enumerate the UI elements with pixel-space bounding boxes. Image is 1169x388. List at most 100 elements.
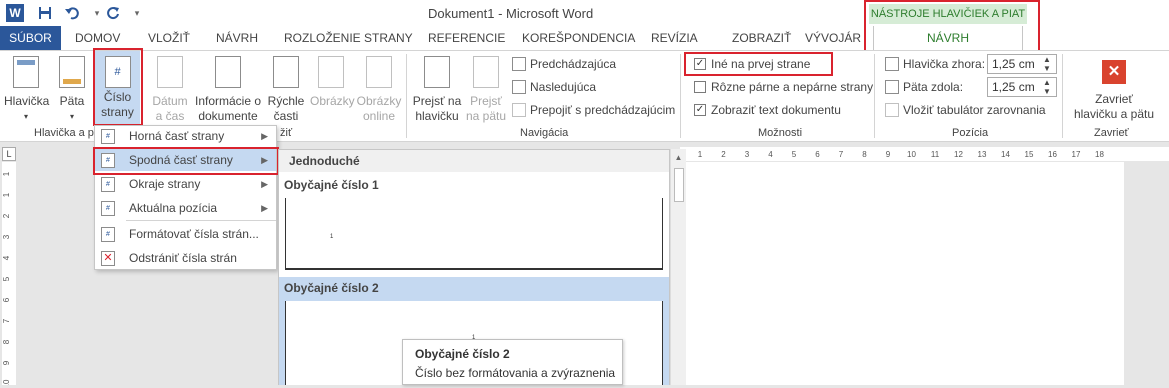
date-time-button[interactable]: Dátum a čas: [148, 56, 192, 124]
word-logo-icon[interactable]: W: [6, 4, 24, 22]
save-icon[interactable]: [36, 4, 54, 22]
doc-info-label-2: dokumente: [198, 109, 258, 123]
group-label-hf: Hlavička a pä: [34, 127, 101, 139]
ruler-tick-label: 1: [2, 171, 11, 176]
ruler-tick-label: 3: [745, 150, 750, 159]
footer-label: Päta: [59, 94, 85, 108]
redo-icon[interactable]: [104, 4, 122, 22]
goto-header-label-2: hlavičku: [415, 109, 459, 123]
insert-alignment-tab-label: Vložiť tabulátor zarovnania: [903, 103, 1046, 117]
quick-parts-button[interactable]: Rýchle časti: [266, 56, 306, 124]
ruler-tick-label: 4: [768, 150, 773, 159]
checkbox-checked[interactable]: ✓: [694, 104, 706, 116]
online-pictures-label-1: Obrázky: [356, 94, 402, 108]
customize-qat-icon[interactable]: ▾: [128, 4, 146, 22]
header-top-row: Hlavička zhora:: [885, 57, 985, 71]
tab-mailings[interactable]: KOREŠPONDENCIA: [522, 26, 635, 50]
goto-header-button[interactable]: Prejsť na hlavičku: [412, 56, 462, 124]
menu-item-label: Okraje strany: [129, 177, 201, 191]
menu-item-label: Aktuálna pozícia: [129, 201, 218, 215]
tab-page-layout[interactable]: ROZLOŽENIE STRANY: [284, 26, 413, 50]
ruler-tick-label: 18: [1095, 150, 1104, 159]
link-previous-button[interactable]: Prepojiť s predchádzajúcim: [512, 103, 675, 117]
ruler-tick-label: 1: [698, 150, 703, 159]
gallery-item-title: Obyčajné číslo 2: [284, 281, 379, 295]
previous-icon: [512, 57, 526, 71]
close-hf-button[interactable]: ✕ Zavrieť hlavičku a pätu: [1068, 56, 1160, 124]
ruler-tick-label: 4: [2, 255, 11, 260]
ruler-tick-label: 7: [839, 150, 844, 159]
pictures-label: Obrázky: [310, 94, 355, 108]
scroll-up-icon[interactable]: ▲: [671, 153, 686, 162]
ruler-tick-label: 7: [2, 318, 11, 323]
ruler-tick-label: 10: [2, 379, 11, 385]
group-label-position: Pozícia: [952, 127, 989, 139]
menu-separator: [126, 220, 276, 221]
tab-view[interactable]: ZOBRAZIŤ: [732, 26, 791, 50]
insert-alignment-tab-button[interactable]: Vložiť tabulátor zarovnania: [885, 103, 1046, 117]
ruler-tick-label: 1: [2, 192, 11, 197]
chevron-down-icon: ▾: [23, 112, 28, 121]
calendar-icon: [157, 56, 183, 88]
tab-insert[interactable]: VLOŽIŤ: [148, 26, 190, 50]
gallery-scrollbar[interactable]: ▲: [670, 149, 686, 385]
link-previous-label: Prepojiť s predchádzajúcim: [530, 103, 676, 117]
footer-button[interactable]: Päta ▾: [56, 56, 88, 124]
tooltip-title: Obyčajné číslo 2: [415, 347, 510, 361]
footer-bottom-row: Päta zdola:: [885, 80, 963, 94]
ruler-tick-label: 5: [792, 150, 797, 159]
checkbox-unchecked[interactable]: [694, 81, 706, 93]
footer-position-icon: [885, 80, 899, 94]
doc-info-label-1: Informácie o: [194, 94, 262, 108]
undo-icon[interactable]: [64, 4, 82, 22]
group-label-options: Možnosti: [758, 127, 803, 139]
document-page[interactable]: [680, 162, 1124, 385]
tab-home[interactable]: DOMOV: [75, 26, 120, 50]
next-button[interactable]: Nasledujúca: [512, 80, 596, 94]
quick-parts-icon: [273, 56, 299, 88]
tab-design[interactable]: NÁVRH: [216, 26, 258, 50]
link-icon: [512, 103, 526, 117]
ruler-tick-label: 6: [815, 150, 820, 159]
horizontal-ruler[interactable]: 1 2 3 4 5 6 7 8 9 10 11 12 13 14 15 16 17 18: [680, 147, 1169, 161]
tooltip: Obyčajné číslo 2 Číslo bez formátovania …: [402, 339, 623, 385]
ruler-tick-label: 14: [1001, 150, 1010, 159]
submenu-arrow-icon: ▶: [261, 179, 268, 189]
menu-item-page-margins[interactable]: # Okraje strany ▶: [95, 173, 276, 195]
menu-item-format-page-numbers[interactable]: # Formátovať čísla strán...: [95, 223, 276, 245]
group-separator: [1062, 54, 1063, 138]
tab-selector-icon[interactable]: L: [2, 147, 16, 161]
group-separator: [874, 54, 875, 138]
header-button[interactable]: Hlavička ▾: [4, 56, 50, 124]
scroll-thumb[interactable]: [673, 168, 684, 202]
menu-item-current-position[interactable]: # Aktuálna pozícia ▶: [95, 197, 276, 219]
header-top-label: Hlavička zhora:: [903, 57, 986, 71]
group-label-close: Zavrieť: [1094, 127, 1129, 139]
spinner-arrows-icon[interactable]: ▲ ▼: [1043, 55, 1051, 73]
footer-icon: [59, 56, 85, 88]
tab-references[interactable]: REFERENCIE: [428, 26, 505, 50]
header-label: Hlavička: [4, 94, 50, 108]
previous-button[interactable]: Predchádzajúca: [512, 57, 616, 71]
goto-footer-button[interactable]: Prejsť na pätu: [464, 56, 508, 124]
online-pictures-button[interactable]: Obrázky online: [356, 56, 402, 124]
ruler-tick-label: 9: [2, 360, 11, 365]
tab-developer[interactable]: VÝVOJÁR: [805, 26, 861, 50]
group-separator: [406, 54, 407, 138]
menu-item-remove-page-numbers[interactable]: ✕ Odstrániť čísla strán: [95, 247, 276, 269]
tab-review[interactable]: REVÍZIA: [651, 26, 698, 50]
spinner-arrows-icon[interactable]: ▲ ▼: [1043, 78, 1051, 96]
goto-header-label-1: Prejsť na: [412, 94, 462, 108]
chevron-down-icon: ▾: [69, 112, 74, 121]
show-document-text-checkbox[interactable]: ✓ Zobraziť text dokumentu: [694, 103, 841, 117]
tab-file[interactable]: SÚBOR: [0, 26, 61, 50]
gallery-item-plain-1[interactable]: Obyčajné číslo 1 1: [279, 173, 669, 275]
group-label-insert: žiť: [280, 127, 293, 139]
ruler-tick-label: 5: [2, 276, 11, 281]
menu-item-top-of-page[interactable]: # Horná časť strany ▶: [95, 125, 276, 147]
doc-info-button[interactable]: Informácie o dokumente: [194, 56, 262, 124]
pictures-button[interactable]: Obrázky: [310, 56, 355, 124]
different-odd-even-checkbox[interactable]: Rôzne párne a nepárne strany: [694, 80, 873, 94]
vertical-ruler[interactable]: 1 1 2 3 4 5 6 7 8 9 10: [2, 162, 16, 388]
highlight-contextual-tab: [864, 0, 1040, 52]
